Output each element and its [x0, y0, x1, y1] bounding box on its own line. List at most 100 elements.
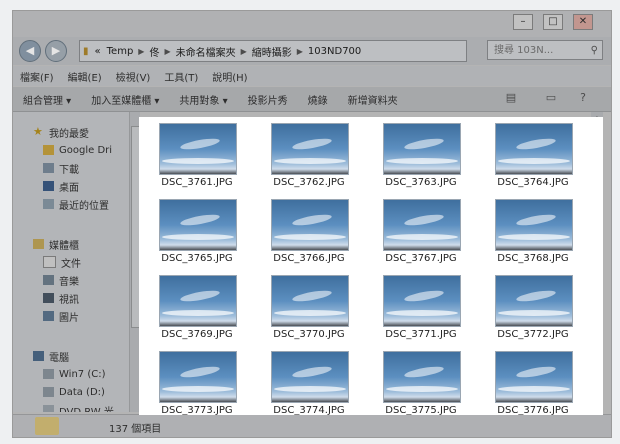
new-folder-button[interactable]: 新增資料夾 — [338, 92, 408, 107]
file-item[interactable]: DSC_3767.JPG — [373, 199, 469, 271]
file-item[interactable]: DSC_3763.JPG — [373, 123, 469, 195]
menu-bar: 檔案(F) 編輯(E) 檢視(V) 工具(T) 說明(H) — [13, 66, 611, 86]
photo-thumbnail[interactable] — [159, 199, 237, 251]
photo-thumbnail[interactable] — [383, 199, 461, 251]
sidebar-item-pictures[interactable]: 圖片 — [43, 308, 79, 324]
navigation-pane: ★ 我的最愛 Google Dri 下載 桌面 最近的位置 媒體櫃 文件 音樂 … — [13, 112, 129, 412]
sidebar-item-recent-places[interactable]: 最近的位置 — [43, 196, 109, 212]
sidebar-item-downloads[interactable]: 下載 — [43, 160, 79, 176]
file-name: DSC_3767.JPG — [385, 253, 457, 264]
photo-thumbnail[interactable] — [383, 123, 461, 175]
share-with-button[interactable]: 共用對象 ▾ — [169, 92, 237, 107]
organize-button[interactable]: 組合管理 ▾ — [13, 92, 81, 107]
breadcrumb-timelapse[interactable]: 縮時攝影 — [249, 44, 295, 59]
sidebar-item-music[interactable]: 音樂 — [43, 272, 79, 288]
music-icon — [43, 275, 54, 285]
menu-tools[interactable]: 工具(T) — [157, 69, 205, 84]
chevron-right-icon[interactable]: ▶ — [136, 47, 146, 56]
file-item[interactable]: DSC_3765.JPG — [149, 199, 245, 271]
search-icon[interactable]: ⚲ — [591, 41, 598, 61]
sidebar-item-computer[interactable]: 電腦 — [33, 348, 69, 364]
photo-thumbnail[interactable] — [271, 351, 349, 403]
file-item[interactable]: DSC_3764.JPG — [485, 123, 581, 195]
photo-thumbnail[interactable] — [495, 275, 573, 327]
preview-pane-icon[interactable]: ▭ — [543, 91, 559, 105]
menu-help[interactable]: 說明(H) — [205, 69, 254, 84]
file-item[interactable]: DSC_3775.JPG — [373, 351, 469, 415]
photo-thumbnail[interactable] — [383, 351, 461, 403]
menu-file[interactable]: 檔案(F) — [13, 69, 61, 84]
file-item[interactable]: DSC_3770.JPG — [261, 275, 357, 347]
photo-thumbnail[interactable] — [159, 351, 237, 403]
photo-thumbnail[interactable] — [271, 123, 349, 175]
photo-thumbnail[interactable] — [495, 351, 573, 403]
add-to-library-button[interactable]: 加入至媒體櫃 ▾ — [81, 92, 169, 107]
chevron-right-icon[interactable]: ▶ — [162, 47, 172, 56]
breadcrumb-overflow[interactable]: « — [92, 46, 104, 57]
item-count: 137 個項目 — [109, 424, 162, 435]
file-item[interactable]: DSC_3766.JPG — [261, 199, 357, 271]
file-item[interactable]: DSC_3768.JPG — [485, 199, 581, 271]
photo-thumbnail[interactable] — [159, 275, 237, 327]
cloud-shape — [515, 364, 557, 380]
file-item[interactable]: DSC_3773.JPG — [149, 351, 245, 415]
menu-view[interactable]: 檢視(V) — [109, 69, 158, 84]
breadcrumb-tong[interactable]: 佟 — [146, 44, 162, 59]
file-item[interactable]: DSC_3762.JPG — [261, 123, 357, 195]
photo-thumbnail[interactable] — [271, 275, 349, 327]
file-item[interactable]: DSC_3769.JPG — [149, 275, 245, 347]
file-name: DSC_3762.JPG — [273, 177, 345, 188]
address-bar[interactable]: ▮ « Temp ▶ 佟 ▶ 未命名檔案夾 ▶ 縮時攝影 ▶ 103ND700 — [79, 40, 467, 62]
photo-thumbnail[interactable] — [495, 199, 573, 251]
cloud-shape — [162, 310, 234, 316]
dvd-drive-icon — [43, 405, 54, 412]
sidebar-item-videos[interactable]: 視訊 — [43, 290, 79, 306]
search-input[interactable]: 搜尋 103N... ⚲ — [487, 40, 603, 60]
address-row: ◀ ▶ ▮ « Temp ▶ 佟 ▶ 未命名檔案夾 ▶ 縮時攝影 ▶ 103ND… — [13, 37, 611, 65]
sidebar-item-google-drive[interactable]: Google Dri — [43, 142, 112, 158]
sidebar-item-drive-d[interactable]: Data (D:) — [43, 384, 105, 400]
view-options-icon[interactable]: ▤ — [503, 91, 519, 105]
cloud-shape — [179, 288, 221, 304]
maximize-button[interactable]: □ — [543, 14, 563, 30]
sidebar-label: 最近的位置 — [59, 200, 109, 212]
photo-thumbnail[interactable] — [383, 275, 461, 327]
forward-button[interactable]: ▶ — [45, 40, 67, 62]
slideshow-button[interactable]: 投影片秀 — [238, 92, 298, 107]
photo-thumbnail[interactable] — [159, 123, 237, 175]
sidebar-item-documents[interactable]: 文件 — [43, 254, 81, 270]
sidebar-item-drive-c[interactable]: Win7 (C:) — [43, 366, 105, 382]
minimize-button[interactable]: – — [513, 14, 533, 30]
breadcrumb-103nd700[interactable]: 103ND700 — [305, 46, 364, 57]
burn-button[interactable]: 燒錄 — [298, 92, 338, 107]
cloud-shape — [179, 212, 221, 228]
file-item[interactable]: DSC_3761.JPG — [149, 123, 245, 195]
help-icon[interactable]: ? — [575, 91, 591, 105]
video-icon — [43, 293, 54, 303]
chevron-right-icon[interactable]: ▶ — [239, 47, 249, 56]
menu-edit[interactable]: 編輯(E) — [61, 69, 109, 84]
photo-thumbnail[interactable] — [271, 199, 349, 251]
file-item[interactable]: DSC_3774.JPG — [261, 351, 357, 415]
file-name: DSC_3773.JPG — [161, 405, 233, 415]
downloads-icon — [43, 163, 54, 173]
file-item[interactable]: DSC_3772.JPG — [485, 275, 581, 347]
close-button[interactable]: ✕ — [573, 14, 593, 30]
cloud-shape — [274, 310, 346, 316]
back-button[interactable]: ◀ — [19, 40, 41, 62]
file-item[interactable]: DSC_3771.JPG — [373, 275, 469, 347]
chevron-right-icon[interactable]: ▶ — [295, 47, 305, 56]
breadcrumb-temp[interactable]: Temp — [104, 46, 137, 57]
cloud-shape — [498, 310, 570, 316]
document-icon — [43, 256, 56, 268]
breadcrumb-unnamed-folder[interactable]: 未命名檔案夾 — [173, 44, 239, 59]
sidebar-item-dvd-drive[interactable]: DVD RW 光 — [43, 402, 114, 412]
sidebar-item-desktop[interactable]: 桌面 — [43, 178, 79, 194]
sidebar-item-favorites[interactable]: ★ 我的最愛 — [33, 124, 89, 140]
sidebar-item-libraries[interactable]: 媒體櫃 — [33, 236, 79, 252]
sidebar-label: Win7 (C:) — [59, 368, 106, 380]
file-item[interactable]: DSC_3776.JPG — [485, 351, 581, 415]
folder-icon — [35, 417, 59, 435]
folder-icon: ▮ — [83, 45, 89, 57]
photo-thumbnail[interactable] — [495, 123, 573, 175]
